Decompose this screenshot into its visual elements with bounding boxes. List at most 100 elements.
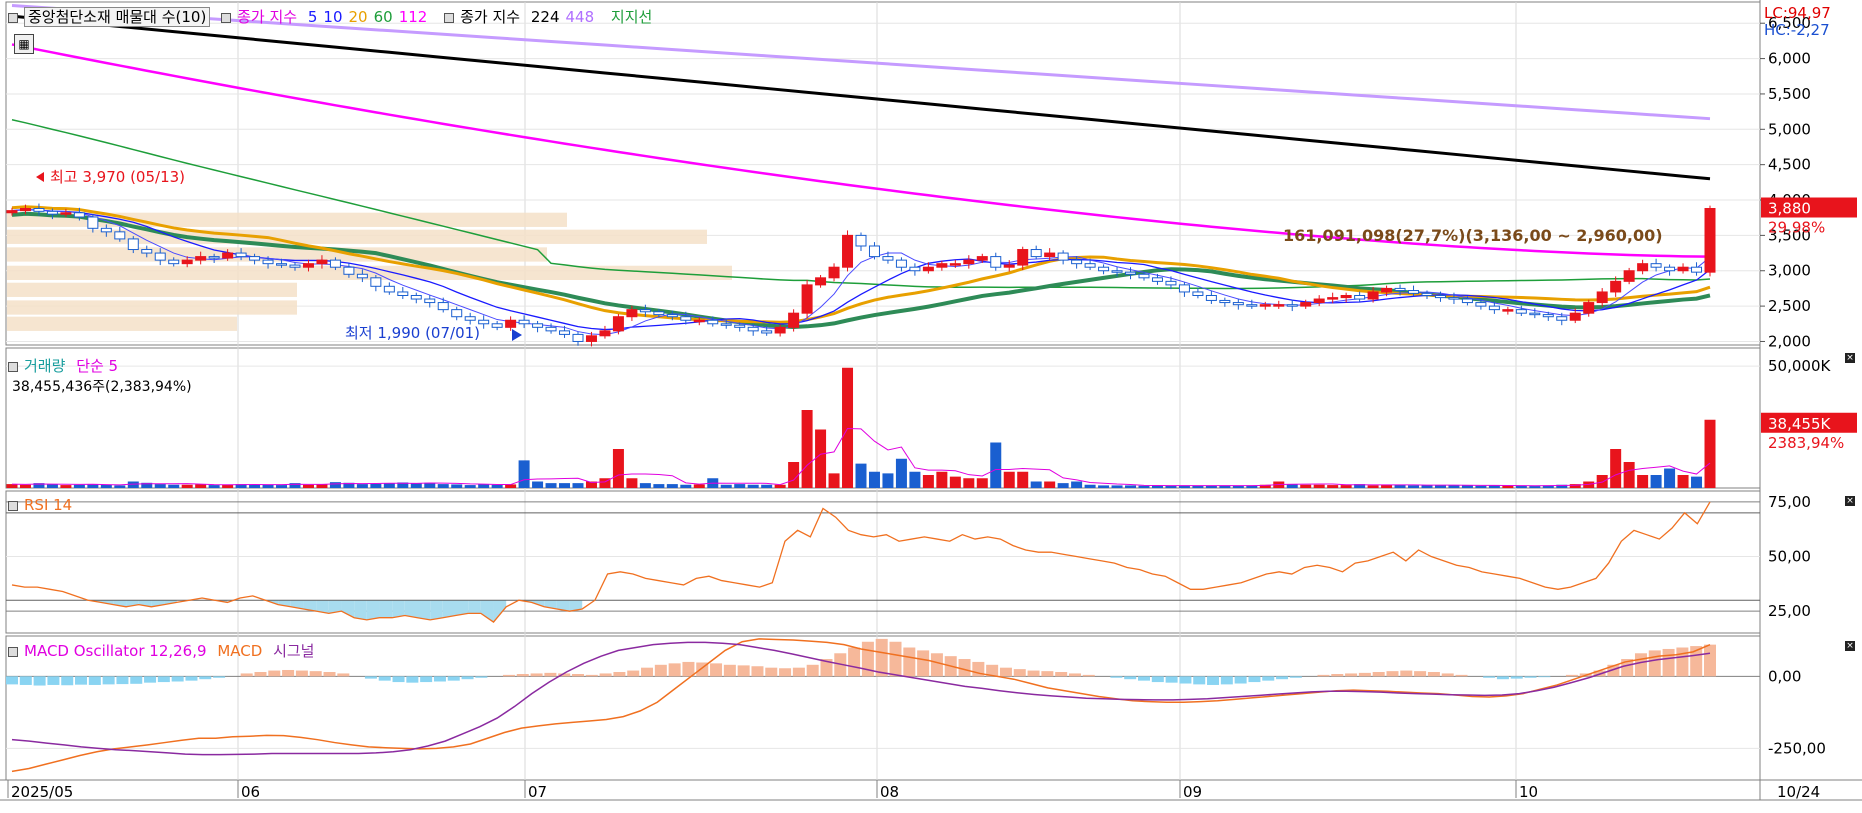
- macd-osc-bar: [627, 670, 640, 677]
- ma-period-448: 448: [565, 8, 595, 26]
- rsi-close-icon[interactable]: ×: [1845, 496, 1855, 506]
- volume-close-icon[interactable]: ×: [1845, 353, 1855, 363]
- candle-body: [73, 212, 85, 218]
- legend-toggle-icon[interactable]: [8, 361, 18, 372]
- volume-bar: [329, 482, 341, 488]
- volume-bar: [680, 484, 692, 488]
- volume-bar: [1151, 485, 1163, 488]
- macd-osc-bar: [61, 676, 74, 686]
- candle-body: [1003, 264, 1015, 268]
- macd-osc-bar: [1483, 676, 1496, 678]
- macd-osc-bar: [1276, 676, 1289, 680]
- macd-osc-bar: [19, 676, 32, 685]
- candle-body: [801, 284, 813, 314]
- volume-bar: [653, 484, 665, 488]
- rsi-oversold-fill: [430, 600, 443, 620]
- macd-osc-bar: [710, 663, 723, 677]
- legend-toggle-icon[interactable]: [8, 12, 18, 23]
- ma-period-60: 60: [373, 8, 393, 26]
- volume-bar: [868, 471, 880, 488]
- volume-bar: [1610, 449, 1622, 488]
- candle-body: [1313, 298, 1325, 304]
- candle-body: [222, 252, 234, 259]
- ma2-label: 종가 지수: [460, 8, 521, 26]
- ma224-line: [11, 14, 1711, 181]
- macd-osc-bar: [323, 672, 336, 677]
- rsi-oversold-fill: [404, 600, 418, 618]
- candle-body: [1354, 294, 1366, 300]
- volume-profile-band: [7, 229, 707, 244]
- candle-body: [505, 319, 517, 328]
- candle-body: [559, 330, 571, 335]
- macd-close-icon[interactable]: ×: [1845, 641, 1855, 651]
- candle-body: [1691, 266, 1703, 273]
- volume-tick-label: 50,000K: [1768, 357, 1831, 375]
- rsi-oversold-fill: [379, 600, 393, 618]
- volume-label: 거래량: [24, 357, 66, 375]
- volume-bar: [181, 484, 193, 488]
- high-annotation: 최고 3,970 (05/13): [50, 168, 185, 186]
- candle-body: [1205, 294, 1217, 301]
- rsi-oversold-fill: [468, 600, 481, 614]
- macd-osc-bar: [668, 663, 681, 677]
- high-arrow-icon: [36, 172, 44, 182]
- volume-bar: [19, 484, 31, 488]
- volume-bar: [1704, 419, 1716, 488]
- candle-body: [1650, 263, 1662, 268]
- candle-body: [1057, 252, 1069, 261]
- macd-osc-bar: [1704, 644, 1716, 677]
- macd-osc-bar: [378, 676, 391, 681]
- macd-osc-bar: [254, 672, 267, 677]
- candle-body: [464, 316, 476, 321]
- macd-osc-bar: [1110, 676, 1123, 678]
- volume-bar: [909, 471, 921, 488]
- candle-body: [1448, 297, 1460, 300]
- volume-bar: [73, 484, 85, 488]
- volume-bar: [1044, 481, 1056, 488]
- volume-bar: [1111, 485, 1123, 488]
- volume-bar: [1596, 475, 1608, 488]
- macd-osc-bar: [75, 676, 88, 685]
- macd-osc-bar: [295, 670, 308, 677]
- legend-toggle-icon[interactable]: [444, 12, 455, 23]
- ma-period-20: 20: [348, 8, 368, 26]
- volume-bar: [302, 484, 314, 488]
- candle-body: [909, 266, 921, 272]
- candle-body: [1502, 309, 1514, 312]
- volume-bar: [801, 410, 813, 488]
- macd-osc-bar: [875, 638, 888, 677]
- volume-bar: [666, 484, 678, 488]
- time-label: 2025/05: [11, 783, 73, 801]
- volume-bar: [761, 484, 773, 488]
- macd-osc-bar: [613, 672, 626, 677]
- candle-body: [1637, 263, 1649, 272]
- candle-body: [1071, 259, 1083, 265]
- candle-body: [1610, 280, 1622, 293]
- macd-osc-bar: [392, 676, 405, 683]
- volume-bar: [1434, 485, 1446, 488]
- candle-body: [33, 208, 45, 212]
- candle-body: [424, 298, 436, 304]
- volume-bar: [693, 484, 705, 488]
- candle-body: [1408, 290, 1420, 294]
- legend-toggle-icon[interactable]: [221, 12, 232, 23]
- candle-body: [653, 311, 665, 316]
- legend-toggle-icon[interactable]: [8, 500, 18, 511]
- volume-bar: [46, 484, 58, 488]
- candle-body: [1475, 302, 1487, 307]
- macd-osc-bar: [213, 676, 226, 678]
- rsi-legend: RSI 14: [8, 496, 78, 514]
- macd-osc-bar: [1400, 670, 1413, 677]
- legend-toggle-icon[interactable]: [8, 646, 18, 657]
- volume-bar: [114, 485, 126, 488]
- volume-bar: [356, 484, 368, 488]
- candle-body: [87, 216, 99, 229]
- candle-body: [895, 259, 907, 268]
- macd-osc-bar: [1151, 676, 1164, 683]
- macd-osc-bar: [930, 653, 943, 677]
- macd-osc-bar: [1179, 676, 1192, 684]
- candle-body: [815, 277, 827, 286]
- volume-bar: [1461, 485, 1473, 488]
- grid-toggle-icon[interactable]: ▦: [14, 34, 34, 54]
- candle-body: [1098, 266, 1110, 272]
